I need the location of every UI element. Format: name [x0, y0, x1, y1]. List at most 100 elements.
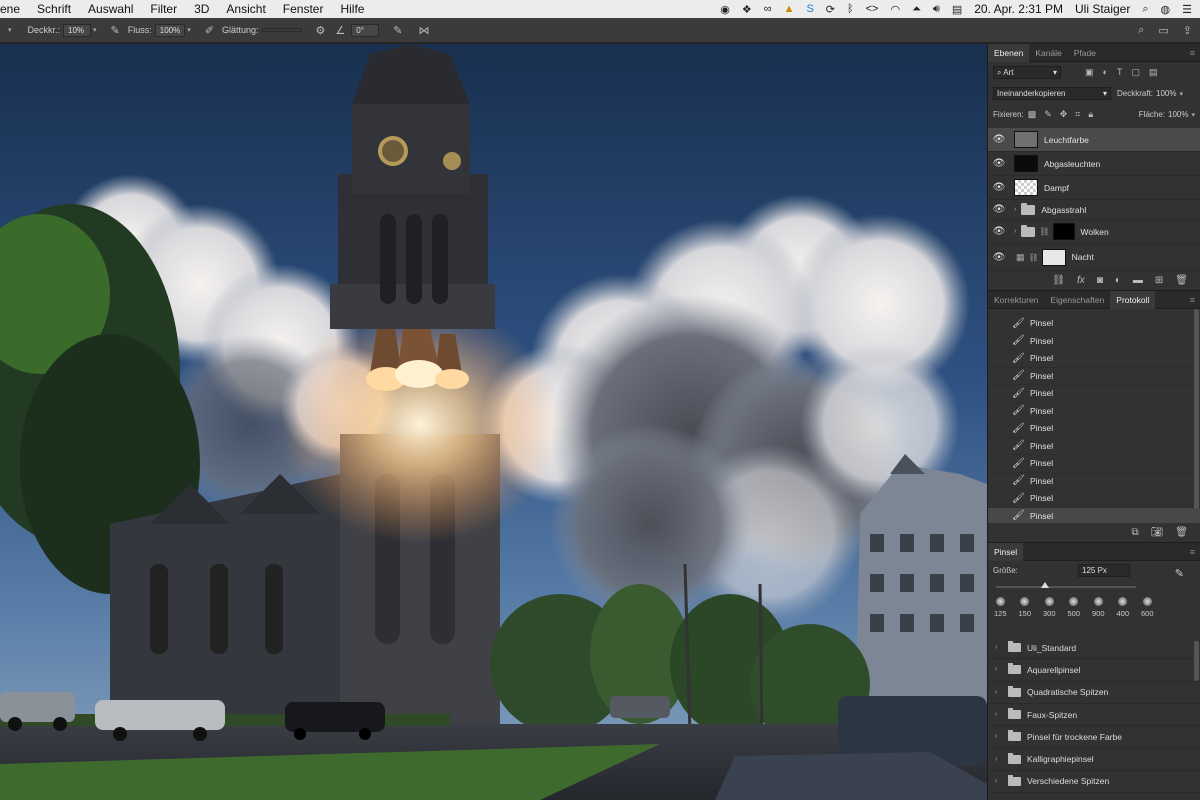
chevron-right-icon[interactable]: › — [995, 689, 1005, 696]
visibility-eye-icon[interactable]: 👁︎ — [988, 204, 1010, 215]
visibility-eye-icon[interactable]: 👁︎ — [988, 182, 1010, 193]
tab-korrekturen[interactable]: Korrekturen — [988, 291, 1044, 309]
spotlight-icon[interactable]: ⌕ — [1142, 3, 1148, 16]
brush-preset[interactable]: 125 — [988, 597, 1013, 618]
sync-icon[interactable]: ⟳ — [826, 3, 835, 16]
menu-item-3d[interactable]: 3D — [186, 2, 218, 16]
brush-group[interactable]: › Uli_Standard — [988, 637, 1200, 660]
menubar-clock[interactable]: 20. Apr. 2:31 PM — [974, 2, 1063, 16]
brush-preset[interactable]: 900 — [1086, 597, 1111, 618]
chevron-right-icon[interactable]: › — [995, 778, 1005, 785]
brush-preset[interactable]: 600 — [1135, 597, 1160, 618]
tab-pfade[interactable]: Pfade — [1068, 44, 1102, 62]
code-icon[interactable]: <> — [866, 3, 879, 15]
fill-field[interactable]: 100% — [1168, 110, 1188, 119]
type-filter-icon[interactable]: T — [1117, 67, 1132, 77]
layer-name[interactable]: Leuchtfarbe — [1044, 135, 1089, 145]
brush-preset[interactable]: 150 — [1013, 597, 1038, 618]
history-item[interactable]: 🖌︎ Pinsel — [988, 473, 1200, 490]
layer-name[interactable]: Nacht — [1072, 252, 1094, 262]
link-icon[interactable]: ⛓︎ — [1039, 227, 1049, 236]
share-icon[interactable]: ⇪ — [1183, 24, 1192, 37]
layer-row-dampf[interactable]: 👁︎ Dampf — [988, 176, 1200, 200]
lock-all-icon[interactable]: 🔒︎ — [1088, 109, 1101, 119]
lock-transparency-icon[interactable]: ▩ — [1028, 109, 1045, 119]
lock-position-icon[interactable]: ✥ — [1060, 109, 1076, 119]
opacity-dropdown-icon[interactable]: ▾ — [93, 26, 97, 34]
lock-artboard-icon[interactable]: ⌗ — [1075, 109, 1088, 119]
menu-item-filter[interactable]: Filter — [142, 2, 186, 16]
bluetooth-icon[interactable]: ᛒ — [847, 3, 854, 15]
camera-icon[interactable]: 📷︎ — [1151, 527, 1164, 538]
layer-name[interactable]: Abgasleuchten — [1044, 159, 1100, 169]
layer-group-wolken[interactable]: 👁︎ › ⛓︎ Wolken — [988, 220, 1200, 244]
history-item[interactable]: 🖌︎ Pinsel — [988, 490, 1200, 508]
smart-object-filter-icon[interactable]: ▤ — [1149, 67, 1167, 77]
brush-group[interactable]: › Verschiedene Spitzen — [988, 771, 1200, 794]
tab-protokoll[interactable]: Protokoll — [1110, 290, 1156, 309]
panel-menu-icon[interactable]: ≡ — [1190, 547, 1195, 557]
warning-icon[interactable]: ▲ — [784, 3, 795, 15]
history-item[interactable]: 🖌︎ Pinsel — [988, 455, 1200, 473]
mode-dropdown-icon[interactable]: ▾ — [8, 26, 12, 34]
new-group-icon[interactable]: ▬ — [1133, 275, 1143, 286]
menu-item-fenster[interactable]: Fenster — [275, 2, 333, 16]
pixel-filter-icon[interactable]: ▣ — [1085, 67, 1103, 77]
creative-cloud-icon[interactable]: ∞ — [764, 3, 772, 15]
menubar-user[interactable]: Uli Staiger — [1075, 2, 1130, 16]
layer-filter-select[interactable]: ⌕ Art ▾ — [993, 66, 1061, 79]
visibility-eye-icon[interactable]: 👁︎ — [988, 252, 1010, 263]
history-item[interactable]: 🖌︎ Pinsel — [988, 315, 1200, 333]
history-scrollbar[interactable] — [1194, 309, 1199, 509]
airbrush-icon[interactable]: ✐ — [205, 24, 214, 37]
brush-group[interactable]: › Pinsel für trockene Farbe — [988, 726, 1200, 749]
menu-item-ansicht[interactable]: Ansicht — [218, 2, 274, 16]
size-field[interactable]: 125 Px — [1078, 564, 1130, 577]
notification-center-icon[interactable]: ☰ — [1182, 3, 1192, 16]
chevron-right-icon[interactable]: › — [995, 711, 1005, 718]
wifi-icon[interactable]: ◠ — [890, 3, 900, 16]
angle-field[interactable]: 0° — [351, 23, 380, 37]
calendar-icon[interactable]: ▤ — [952, 3, 962, 16]
layer-row-leuchtfarbe[interactable]: 👁︎ Leuchtfarbe — [988, 128, 1200, 152]
tab-ebenen[interactable]: Ebenen — [988, 43, 1030, 62]
brush-group[interactable]: › Kalligraphiepinsel — [988, 748, 1200, 771]
workspace-icon[interactable]: ▭ — [1158, 24, 1168, 37]
pressure-opacity-icon[interactable]: ✎ — [111, 24, 120, 37]
dropbox-icon[interactable]: ❖ — [742, 3, 752, 16]
tab-kanaele[interactable]: Kanäle — [1029, 44, 1067, 62]
tab-pinsel[interactable]: Pinsel — [988, 542, 1024, 561]
smoothing-settings-icon[interactable]: ⚙ — [316, 24, 326, 37]
menu-item-schrift[interactable]: Schrift — [29, 2, 80, 16]
layer-row-nacht[interactable]: 👁︎ ▦ ⛓︎ Nacht — [988, 244, 1200, 271]
history-item[interactable]: 🖌︎ Pinsel — [988, 333, 1200, 350]
layer-name[interactable]: Abgasstrahl — [1041, 205, 1086, 215]
document-canvas[interactable] — [0, 44, 987, 800]
brush-group[interactable]: › Faux-Spitzen — [988, 704, 1200, 727]
fx-icon[interactable]: fx — [1077, 275, 1085, 286]
brush-preset[interactable]: 300 — [1037, 597, 1062, 618]
skype-icon[interactable]: S — [806, 3, 813, 15]
chevron-right-icon[interactable]: › — [1014, 228, 1016, 235]
history-item[interactable]: 🖌︎ Pinsel — [988, 385, 1200, 403]
visibility-eye-icon[interactable]: 👁︎ — [988, 158, 1010, 169]
visibility-eye-icon[interactable]: 👁︎ — [988, 226, 1010, 237]
chevron-right-icon[interactable]: › — [995, 733, 1005, 740]
brush-scrollbar[interactable] — [1194, 641, 1199, 681]
shape-filter-icon[interactable]: ▢ — [1131, 67, 1149, 77]
add-mask-icon[interactable]: ◙ — [1097, 275, 1103, 286]
layer-name[interactable]: Wolken — [1081, 227, 1109, 237]
layer-row-abgasleuchten[interactable]: 👁︎ Abgasleuchten — [988, 152, 1200, 176]
history-item[interactable]: 🖌︎ Pinsel — [988, 403, 1200, 420]
menu-item-ebene[interactable]: ene — [0, 2, 29, 16]
chevron-right-icon[interactable]: › — [995, 644, 1005, 651]
brush-group[interactable]: › Quadratische Spitzen — [988, 682, 1200, 704]
link-icon[interactable]: ⛓︎ — [1029, 253, 1039, 262]
brush-preset[interactable]: 500 — [1062, 597, 1087, 618]
size-slider-track[interactable] — [996, 582, 1136, 588]
brush-preset[interactable]: 400 — [1111, 597, 1136, 618]
smoothing-field[interactable] — [261, 28, 302, 32]
flow-dropdown-icon[interactable]: ▾ — [187, 26, 191, 34]
adjustment-filter-icon[interactable]: ◐ — [1103, 67, 1117, 77]
siri-icon[interactable]: ◍ — [1161, 3, 1171, 16]
